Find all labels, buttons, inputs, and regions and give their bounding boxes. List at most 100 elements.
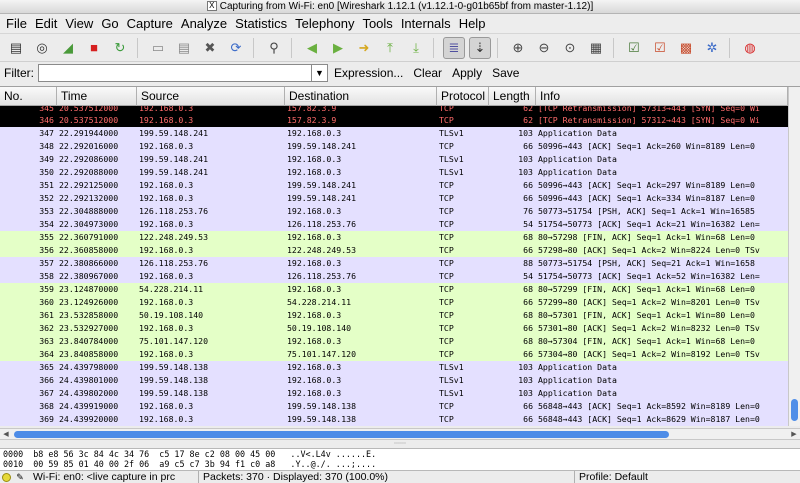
cell-source: 192.168.0.3	[139, 401, 194, 411]
col-header-source[interactable]: Source	[137, 87, 285, 106]
preferences-icon[interactable]: ✲	[701, 37, 723, 59]
resize-columns-icon[interactable]: ▦	[585, 37, 607, 59]
packet-row[interactable]: 360 23.124926000 192.168.0.3 54.228.214.11 T…	[0, 296, 788, 309]
menu-internals[interactable]: Internals	[401, 16, 451, 31]
packet-row[interactable]: 363 23.840784000 75.101.147.120 192.168.0.3…	[0, 335, 788, 348]
packet-row[interactable]: 365 24.439798000 199.59.148.138 192.168.0.3…	[0, 361, 788, 374]
cell-source: 192.168.0.3	[139, 193, 194, 203]
save-button[interactable]: Save	[492, 66, 519, 80]
menu-file[interactable]: File	[6, 16, 27, 31]
go-back-icon[interactable]: ◀	[301, 37, 323, 59]
packet-row[interactable]: 358 22.380967000 192.168.0.3 126.118.253.76…	[0, 270, 788, 283]
menu-capture[interactable]: Capture	[127, 16, 173, 31]
packet-row[interactable]: 362 23.532927000 192.168.0.3 50.19.108.140 T…	[0, 322, 788, 335]
menu-edit[interactable]: Edit	[35, 16, 57, 31]
menu-telephony[interactable]: Telephony	[295, 16, 354, 31]
stop-capture-icon[interactable]: ■	[83, 37, 105, 59]
col-header-destination[interactable]: Destination	[285, 87, 437, 106]
cell-length: 66	[523, 349, 533, 359]
scroll-left-icon[interactable]: ◀	[0, 429, 12, 440]
packet-row[interactable]: 361 23.532858000 50.19.108.140 192.168.0.3 T…	[0, 309, 788, 322]
cell-no: 351	[39, 180, 54, 190]
options-icon[interactable]: ◎	[31, 37, 53, 59]
bytes-line: 0010 00 59 85 01 40 00 2f 06 a9 c5 c7 3b…	[3, 459, 377, 469]
packet-row[interactable]: 348 22.292016000 192.168.0.3 199.59.148.241…	[0, 140, 788, 153]
menu-view[interactable]: View	[65, 16, 93, 31]
packet-row[interactable]: 345 20.537512000 192.168.0.3 157.82.3.9 TCP 6…	[0, 106, 788, 114]
expert-info-icon[interactable]	[2, 472, 11, 482]
packet-row[interactable]: 357 22.380866000 126.118.253.76 192.168.0.3…	[0, 257, 788, 270]
packet-list[interactable]: No. Time Source Destination Protocol Len…	[0, 86, 800, 426]
interfaces-icon[interactable]: ▤	[5, 37, 27, 59]
zoom-in-icon[interactable]: ⊕	[507, 37, 529, 59]
cell-source: 192.168.0.3	[139, 115, 194, 125]
packet-bytes-pane[interactable]: 0000 b8 e8 56 3c 84 4c 34 76 c5 17 8e c2…	[0, 448, 800, 470]
start-capture-icon[interactable]: ◢	[57, 37, 79, 59]
packet-row[interactable]: 352 22.292132000 192.168.0.3 199.59.148.241…	[0, 192, 788, 205]
packet-row[interactable]: 368 24.439919000 192.168.0.3 199.59.148.138…	[0, 400, 788, 413]
cell-time: 22.304973000	[59, 219, 119, 229]
col-header-length[interactable]: Length	[489, 87, 536, 106]
cell-time: 20.537512000	[59, 115, 119, 125]
go-first-icon[interactable]: ⤒	[379, 37, 401, 59]
close-file-icon[interactable]: ✖	[199, 37, 221, 59]
normal-size-icon[interactable]: ⊙	[559, 37, 581, 59]
col-header-info[interactable]: Info	[536, 87, 788, 106]
pane-splitter[interactable]: ⋯⋯	[0, 441, 800, 448]
help-icon[interactable]: ◍	[739, 37, 761, 59]
display-filters-icon[interactable]: ☑	[649, 37, 671, 59]
save-file-icon[interactable]: ▤	[173, 37, 195, 59]
menu-tools[interactable]: Tools	[362, 16, 392, 31]
cell-source: 75.101.147.120	[139, 336, 209, 346]
packet-row[interactable]: 364 23.840858000 192.168.0.3 75.101.147.120…	[0, 348, 788, 361]
coloring-rules-icon[interactable]: ▩	[675, 37, 697, 59]
packet-row[interactable]: 367 24.439802000 199.59.148.138 192.168.0.3…	[0, 387, 788, 400]
open-file-icon[interactable]: ▭	[147, 37, 169, 59]
reload-icon[interactable]: ⟳	[225, 37, 247, 59]
apply-button[interactable]: Apply	[452, 66, 482, 80]
capture-comment-icon[interactable]: ✎	[14, 472, 26, 483]
filter-dropdown-button[interactable]: ▼	[312, 64, 328, 82]
packet-row[interactable]: 353 22.304888000 126.118.253.76 192.168.0.3…	[0, 205, 788, 218]
packet-row[interactable]: 351 22.292125000 192.168.0.3 199.59.148.241…	[0, 179, 788, 192]
menu-help[interactable]: Help	[459, 16, 486, 31]
menu-analyze[interactable]: Analyze	[181, 16, 227, 31]
autoscroll-icon[interactable]: ⇣	[469, 36, 491, 59]
hscroll-thumb[interactable]	[14, 431, 669, 438]
packet-row[interactable]: 369 24.439920000 192.168.0.3 199.59.148.138…	[0, 413, 788, 426]
cell-destination: 192.168.0.3	[287, 362, 342, 372]
expression-button[interactable]: Expression...	[334, 66, 403, 80]
find-icon[interactable]: ⚲	[263, 37, 285, 59]
clear-button[interactable]: Clear	[413, 66, 442, 80]
filter-input[interactable]	[38, 64, 312, 82]
packet-row[interactable]: 355 22.360791000 122.248.249.53 192.168.0.3…	[0, 231, 788, 244]
cell-length: 76	[523, 206, 533, 216]
packet-row[interactable]: 347 22.291944000 199.59.148.241 192.168.0.3…	[0, 127, 788, 140]
packet-row[interactable]: 346 20.537512000 192.168.0.3 157.82.3.9 TCP 6…	[0, 114, 788, 127]
colorize-icon[interactable]: ≣	[443, 36, 465, 59]
packet-row[interactable]: 354 22.304973000 192.168.0.3 126.118.253.76…	[0, 218, 788, 231]
menu-statistics[interactable]: Statistics	[235, 16, 287, 31]
packet-row[interactable]: 350 22.292088000 199.59.148.241 192.168.0.3…	[0, 166, 788, 179]
packet-row[interactable]: 359 23.124870000 54.228.214.11 192.168.0.3 T…	[0, 283, 788, 296]
scroll-right-icon[interactable]: ▶	[788, 429, 800, 440]
capture-filters-icon[interactable]: ☑	[623, 37, 645, 59]
main-toolbar: ▤ ◎ ◢ ■ ↻ ▭ ▤ ✖ ⟳ ⚲ ◀ ▶ ➜ ⤒ ⤓ ≣ ⇣ ⊕ ⊖ ⊙ ▦ ☑ ☑ ▩ ✲ ◍	[0, 34, 800, 62]
cell-destination: 157.82.3.9	[287, 115, 337, 125]
vscroll-thumb[interactable]	[791, 399, 798, 421]
menu-go[interactable]: Go	[101, 16, 118, 31]
packet-row[interactable]: 366 24.439801000 199.59.148.138 192.168.0.3…	[0, 374, 788, 387]
col-header-time[interactable]: Time	[57, 87, 137, 106]
zoom-out-icon[interactable]: ⊖	[533, 37, 555, 59]
packet-list-hscroll[interactable]: ◀ ▶	[0, 428, 800, 440]
restart-capture-icon[interactable]: ↻	[109, 37, 131, 59]
col-header-protocol[interactable]: Protocol	[437, 87, 489, 106]
col-header-no[interactable]: No.	[0, 87, 57, 106]
packet-row[interactable]: 356 22.360858000 192.168.0.3 122.248.249.53…	[0, 244, 788, 257]
status-profile[interactable]: Profile: Default	[575, 471, 652, 483]
packet-row[interactable]: 349 22.292086000 199.59.148.241 192.168.0.3…	[0, 153, 788, 166]
go-last-icon[interactable]: ⤓	[405, 37, 427, 59]
go-forward-icon[interactable]: ▶	[327, 37, 349, 59]
go-to-packet-icon[interactable]: ➜	[353, 37, 375, 59]
packet-list-vscroll[interactable]	[788, 87, 800, 426]
